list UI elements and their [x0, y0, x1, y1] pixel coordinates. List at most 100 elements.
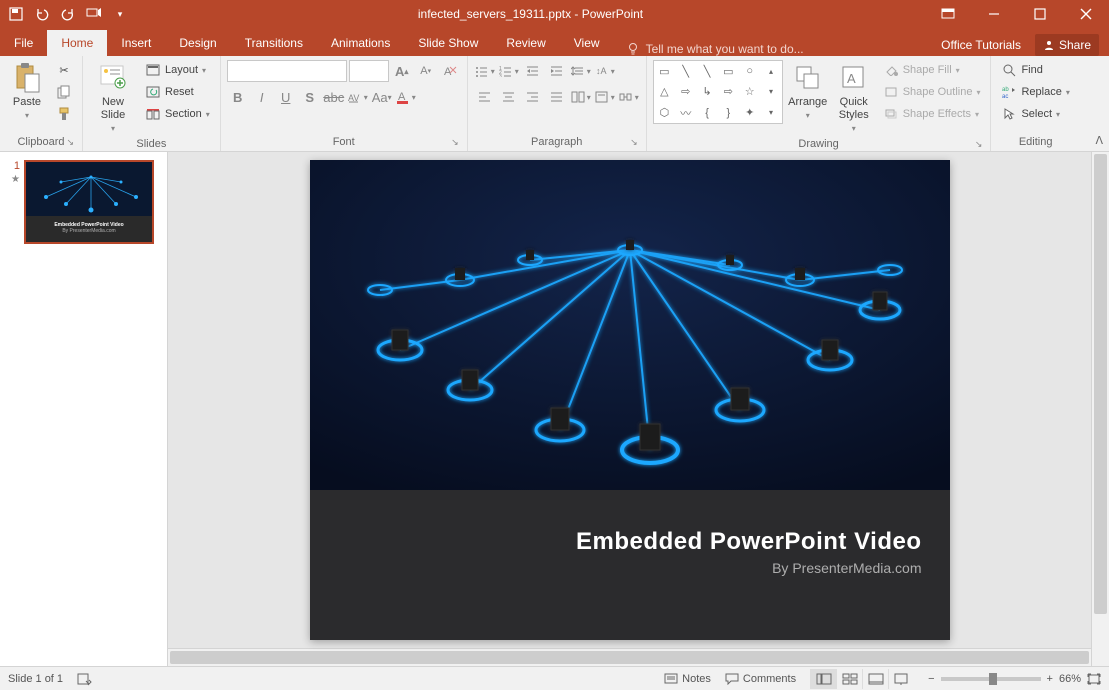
shape-callout-icon[interactable]: ✦	[739, 102, 760, 123]
font-color-button[interactable]: A	[395, 86, 417, 108]
office-tutorials-link[interactable]: Office Tutorials	[941, 38, 1021, 52]
zoom-level[interactable]: 66%	[1059, 673, 1081, 685]
tab-insert[interactable]: Insert	[107, 30, 165, 56]
strikethrough-button[interactable]: abc	[323, 86, 345, 108]
paste-button[interactable]: Paste ▾	[6, 60, 48, 123]
ribbon-display-options-icon[interactable]	[925, 0, 971, 28]
decrease-font-icon[interactable]: A▾	[415, 60, 437, 82]
slideshow-view-icon[interactable]	[888, 669, 914, 689]
tab-transitions[interactable]: Transitions	[231, 30, 317, 56]
horizontal-scrollbar[interactable]	[168, 648, 1091, 666]
thumbnail-preview[interactable]: Embedded PowerPoint Video By PresenterMe…	[24, 160, 154, 244]
thumbnail-1[interactable]: 1 ★ Embedded PowerPoint Video By Pres	[8, 160, 159, 244]
zoom-slider[interactable]	[941, 677, 1041, 681]
save-icon[interactable]	[8, 6, 24, 22]
tab-animations[interactable]: Animations	[317, 30, 404, 56]
change-case-button[interactable]: Aa▾	[371, 86, 393, 108]
reading-view-icon[interactable]	[862, 669, 888, 689]
shape-brace-l-icon[interactable]: {	[696, 102, 717, 123]
notes-button[interactable]: Notes	[664, 673, 711, 685]
clear-formatting-icon[interactable]: A	[439, 60, 461, 82]
gallery-more-icon[interactable]: ▾	[760, 102, 781, 123]
shape-hexagon-icon[interactable]: ⬡	[654, 102, 675, 123]
close-icon[interactable]	[1063, 0, 1109, 28]
char-spacing-button[interactable]: AV	[347, 86, 369, 108]
shape-oval-icon[interactable]: ○	[739, 61, 760, 82]
new-slide-button[interactable]: New Slide ▾	[89, 60, 137, 136]
dialog-launcher-icon[interactable]: ↘	[66, 137, 74, 148]
cut-button[interactable]: ✂	[52, 60, 76, 80]
shape-rect-icon[interactable]: ▭	[654, 61, 675, 82]
shape-line2-icon[interactable]: ╲	[696, 61, 717, 82]
shape-star-icon[interactable]: ☆	[739, 82, 760, 103]
format-painter-button[interactable]	[52, 104, 76, 124]
gallery-up-icon[interactable]: ▴	[760, 61, 781, 82]
shape-brace-r-icon[interactable]: }	[718, 102, 739, 123]
layout-button[interactable]: Layout ▾	[141, 60, 214, 80]
align-right-icon[interactable]	[522, 86, 544, 108]
tab-review[interactable]: Review	[492, 30, 559, 56]
maximize-icon[interactable]	[1017, 0, 1063, 28]
collapse-ribbon-icon[interactable]: ᐱ	[1095, 134, 1103, 147]
shape-line-icon[interactable]: ╲	[675, 61, 696, 82]
reset-button[interactable]: Reset	[141, 82, 214, 102]
tab-home[interactable]: Home	[47, 30, 107, 56]
share-button[interactable]: Share	[1035, 34, 1099, 56]
columns-icon[interactable]	[570, 86, 592, 108]
slide-editor[interactable]: Embedded PowerPoint Video By PresenterMe…	[168, 152, 1091, 648]
slide-sorter-icon[interactable]	[836, 669, 862, 689]
font-size-select[interactable]	[349, 60, 389, 82]
tab-view[interactable]: View	[560, 30, 614, 56]
start-from-beginning-icon[interactable]	[86, 6, 102, 22]
slide-thumbnails-panel[interactable]: 1 ★ Embedded PowerPoint Video By Pres	[0, 152, 168, 666]
shapes-gallery[interactable]: ▭╲╲▭○▴ △⇨↳⇨☆▾ ⬡〰{}✦▾	[653, 60, 783, 124]
tab-design[interactable]: Design	[165, 30, 230, 56]
shape-fill-button[interactable]: Shape Fill ▾	[879, 60, 985, 80]
smartart-icon[interactable]	[618, 86, 640, 108]
select-button[interactable]: Select ▾	[997, 104, 1073, 124]
qat-customize-icon[interactable]: ▾	[112, 6, 128, 22]
dialog-launcher-icon[interactable]: ↘	[975, 139, 983, 150]
vertical-scrollbar[interactable]	[1091, 152, 1109, 666]
shape-rect2-icon[interactable]: ▭	[718, 61, 739, 82]
tab-file[interactable]: File	[0, 30, 47, 56]
copy-button[interactable]	[52, 82, 76, 102]
underline-button[interactable]: U	[275, 86, 297, 108]
shape-arrow2-icon[interactable]: ⇨	[718, 82, 739, 103]
numbering-button[interactable]: 123	[498, 60, 520, 82]
fit-to-window-icon[interactable]	[1087, 673, 1101, 685]
minimize-icon[interactable]	[971, 0, 1017, 28]
section-button[interactable]: Section ▾	[141, 104, 214, 124]
tell-me-search[interactable]: Tell me what you want to do...	[614, 42, 942, 56]
font-family-select[interactable]	[227, 60, 347, 82]
shape-arrow-icon[interactable]: ⇨	[675, 82, 696, 103]
undo-icon[interactable]	[34, 6, 50, 22]
quick-styles-button[interactable]: A Quick Styles▾	[833, 60, 875, 136]
shape-triangle-icon[interactable]: △	[654, 82, 675, 103]
dialog-launcher-icon[interactable]: ↘	[451, 137, 459, 148]
gallery-down-icon[interactable]: ▾	[760, 82, 781, 103]
slide-canvas[interactable]: Embedded PowerPoint Video By PresenterMe…	[310, 160, 950, 640]
increase-font-icon[interactable]: A▴	[391, 60, 413, 82]
bold-button[interactable]: B	[227, 86, 249, 108]
shape-outline-button[interactable]: Shape Outline ▾	[879, 82, 985, 102]
shape-effects-button[interactable]: Shape Effects ▾	[879, 104, 985, 124]
bullets-button[interactable]	[474, 60, 496, 82]
justify-icon[interactable]	[546, 86, 568, 108]
zoom-in-icon[interactable]: +	[1047, 673, 1053, 685]
normal-view-icon[interactable]	[810, 669, 836, 689]
align-center-icon[interactable]	[498, 86, 520, 108]
zoom-out-icon[interactable]: −	[928, 673, 934, 685]
arrange-button[interactable]: Arrange▾	[787, 60, 829, 123]
tab-slideshow[interactable]: Slide Show	[404, 30, 492, 56]
shape-curve-icon[interactable]: 〰	[675, 102, 696, 123]
increase-indent-icon[interactable]	[546, 60, 568, 82]
shape-connector-icon[interactable]: ↳	[696, 82, 717, 103]
shadow-button[interactable]: S	[299, 86, 321, 108]
align-text-icon[interactable]	[594, 86, 616, 108]
dialog-launcher-icon[interactable]: ↘	[630, 137, 638, 148]
spellcheck-icon[interactable]	[77, 672, 93, 686]
text-direction-icon[interactable]: ↕A	[594, 60, 616, 82]
replace-button[interactable]: abacReplace ▾	[997, 82, 1073, 102]
align-left-icon[interactable]	[474, 86, 496, 108]
